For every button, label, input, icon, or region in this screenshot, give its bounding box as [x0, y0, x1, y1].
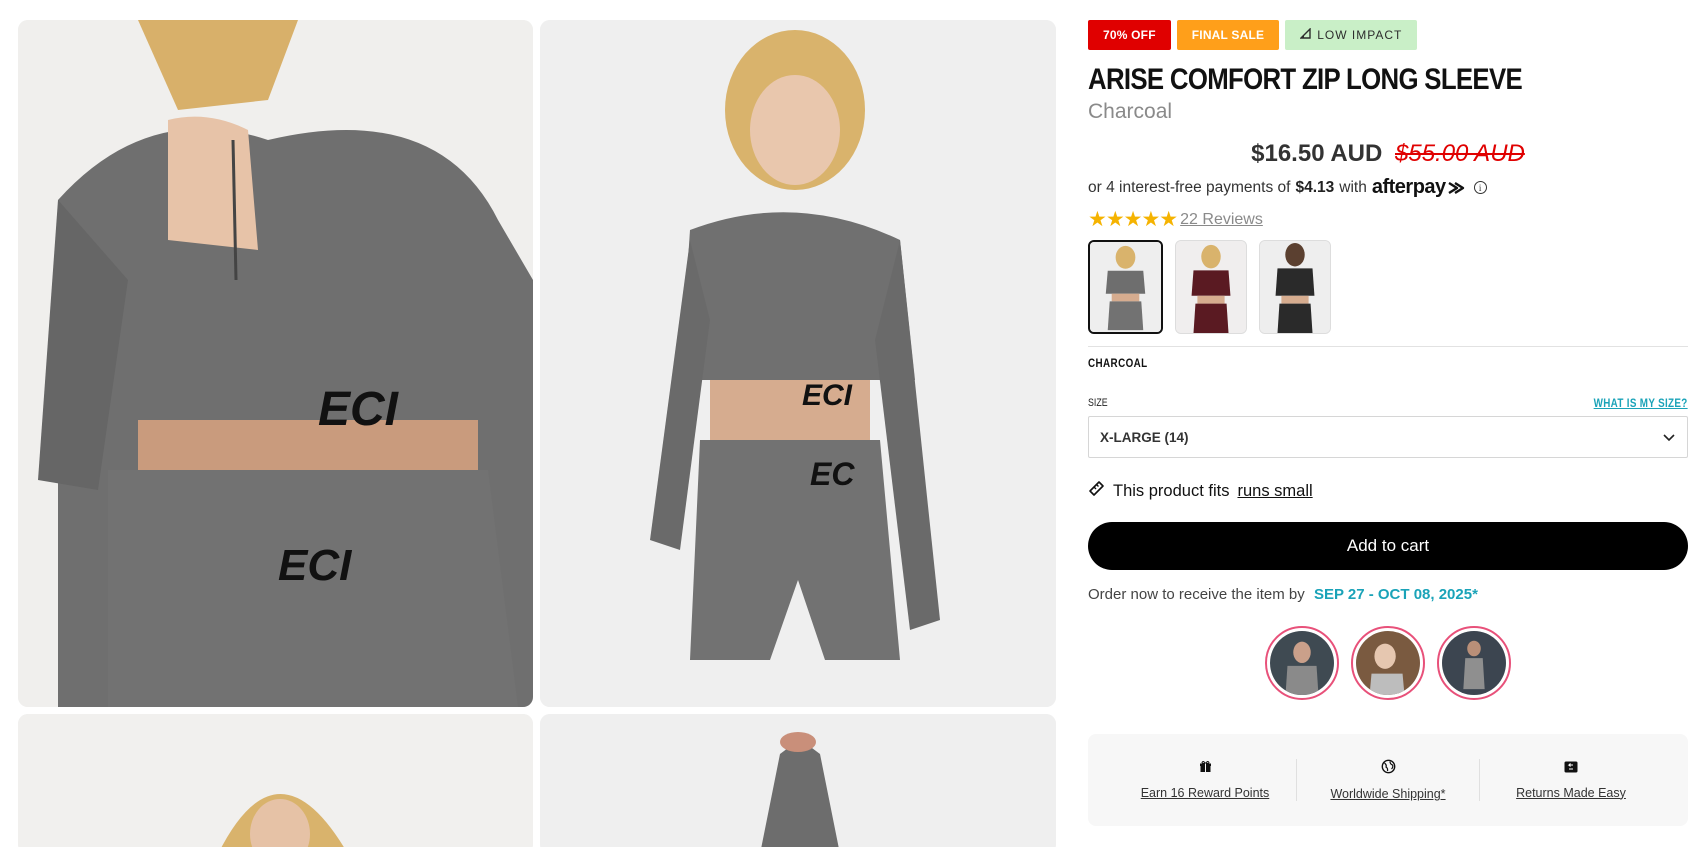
product-image-back[interactable] — [18, 714, 533, 847]
perks-bar: Earn 16 Reward Points Worldwide Shipping… — [1088, 734, 1688, 826]
swatch-charcoal[interactable] — [1088, 240, 1163, 334]
svg-text:ECI: ECI — [318, 383, 400, 436]
add-to-cart-button[interactable]: Add to cart — [1088, 522, 1688, 570]
size-select[interactable]: X-LARGE (14) — [1088, 416, 1688, 458]
sale-price: $16.50 AUD — [1251, 140, 1383, 167]
perk-shipping[interactable]: Worldwide Shipping* — [1297, 759, 1479, 801]
fit-note: This product fits runs small — [1088, 480, 1688, 502]
svg-text:EC: EC — [810, 456, 855, 492]
product-image-closeup[interactable]: ECI ECI — [18, 20, 533, 707]
info-icon[interactable]: i — [1473, 181, 1487, 194]
perk-rewards[interactable]: Earn 16 Reward Points — [1114, 760, 1296, 800]
color-swatches — [1088, 240, 1688, 334]
reviews-link[interactable]: 22 Reviews — [1180, 211, 1263, 229]
product-title: ARISE COMFORT ZIP LONG SLEEVE — [1088, 63, 1523, 96]
perk-returns[interactable]: Returns Made Easy — [1480, 761, 1662, 800]
product-gallery: ECI ECI ECI EC — [18, 20, 1056, 847]
delivery-text: Order now to receive the item by — [1088, 586, 1305, 603]
fit-runs-small-link[interactable]: runs small — [1237, 482, 1312, 501]
product-image-full[interactable]: ECI EC — [540, 20, 1056, 707]
product-image-arms-up[interactable] — [540, 714, 1056, 847]
badge-row: 70% OFF FINAL SALE LOW IMPACT — [1088, 20, 1688, 50]
selected-color-label: CHARCOAL — [1088, 356, 1148, 370]
low-impact-label: LOW IMPACT — [1317, 28, 1403, 42]
size-selected-value: X-LARGE (14) — [1100, 429, 1189, 445]
rating-row: ★★★★★ 22 Reviews — [1088, 207, 1688, 232]
signal-icon — [1299, 27, 1311, 42]
delivery-estimate: Order now to receive the item by SEP 27 … — [1088, 586, 1688, 603]
afterpay-prefix: or 4 interest-free payments of — [1088, 178, 1291, 196]
product-color-name: Charcoal — [1088, 100, 1173, 123]
original-price: $55.00 AUD — [1395, 140, 1525, 167]
afterpay-amount: $4.13 — [1295, 178, 1335, 196]
chevron-down-icon — [1663, 430, 1675, 445]
perk-shipping-label: Worldwide Shipping* — [1330, 787, 1446, 801]
afterpay-message: or 4 interest-free payments of $4.13 wit… — [1088, 176, 1688, 199]
ugc-story-2[interactable] — [1351, 626, 1425, 700]
swatch-burgundy[interactable] — [1175, 240, 1247, 334]
discount-badge: 70% OFF — [1088, 20, 1171, 50]
ugc-story-3[interactable] — [1437, 626, 1511, 700]
svg-text:ECI: ECI — [278, 541, 352, 590]
product-info-panel: 70% OFF FINAL SALE LOW IMPACT ARISE COMF… — [1088, 20, 1688, 826]
afterpay-logo: afterpay — [1372, 176, 1468, 199]
delivery-date: SEP 27 - OCT 08, 2025* — [1313, 586, 1478, 603]
perk-rewards-label: Earn 16 Reward Points — [1140, 786, 1270, 800]
size-header: SIZE WHAT IS MY SIZE? — [1088, 396, 1688, 410]
size-guide-link[interactable]: WHAT IS MY SIZE? — [1594, 396, 1688, 410]
globe-icon — [1381, 759, 1396, 777]
low-impact-badge: LOW IMPACT — [1285, 20, 1418, 50]
swatch-black[interactable] — [1259, 240, 1331, 334]
returns-icon — [1564, 761, 1578, 776]
afterpay-suffix: with — [1339, 178, 1367, 196]
divider — [1088, 346, 1688, 347]
fit-text: This product fits — [1113, 481, 1230, 500]
svg-text:ECI: ECI — [802, 379, 853, 412]
afterpay-arrows-icon — [1448, 181, 1464, 194]
price-row: $16.50 AUD $55.00 AUD — [1088, 140, 1688, 168]
afterpay-brand: afterpay — [1371, 176, 1446, 198]
ugc-story-1[interactable] — [1265, 626, 1339, 700]
size-label: SIZE — [1088, 397, 1108, 409]
star-rating-icon: ★★★★★ — [1088, 208, 1178, 231]
final-sale-badge: FINAL SALE — [1176, 20, 1280, 50]
perk-returns-label: Returns Made Easy — [1516, 785, 1626, 800]
ugc-stories — [1088, 626, 1688, 700]
ruler-icon — [1088, 480, 1105, 502]
gift-icon — [1199, 760, 1212, 776]
